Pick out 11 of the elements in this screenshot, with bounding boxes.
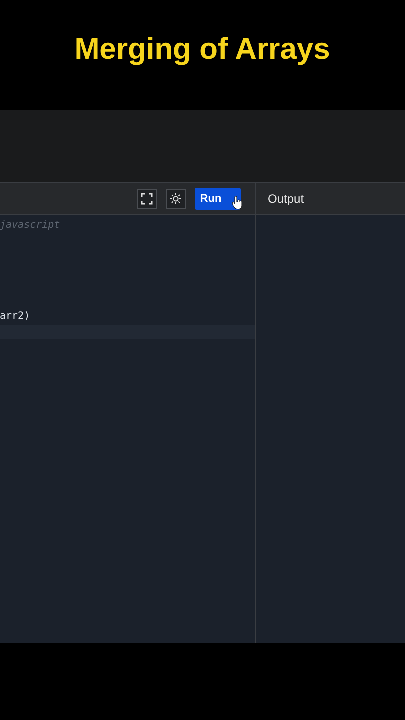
- hand-cursor-icon: [232, 196, 243, 210]
- theme-button[interactable]: [166, 188, 186, 208]
- fullscreen-icon: [141, 192, 153, 204]
- fullscreen-button[interactable]: [137, 188, 157, 208]
- code-editor[interactable]: javascript arr2): [0, 215, 255, 643]
- code-line: arr2): [0, 310, 32, 324]
- video-title: Merging of Arrays: [74, 33, 330, 67]
- sun-icon: [170, 192, 182, 204]
- output-title: Output: [268, 192, 304, 206]
- code-comment: javascript: [0, 219, 62, 233]
- run-button[interactable]: Run: [195, 188, 241, 210]
